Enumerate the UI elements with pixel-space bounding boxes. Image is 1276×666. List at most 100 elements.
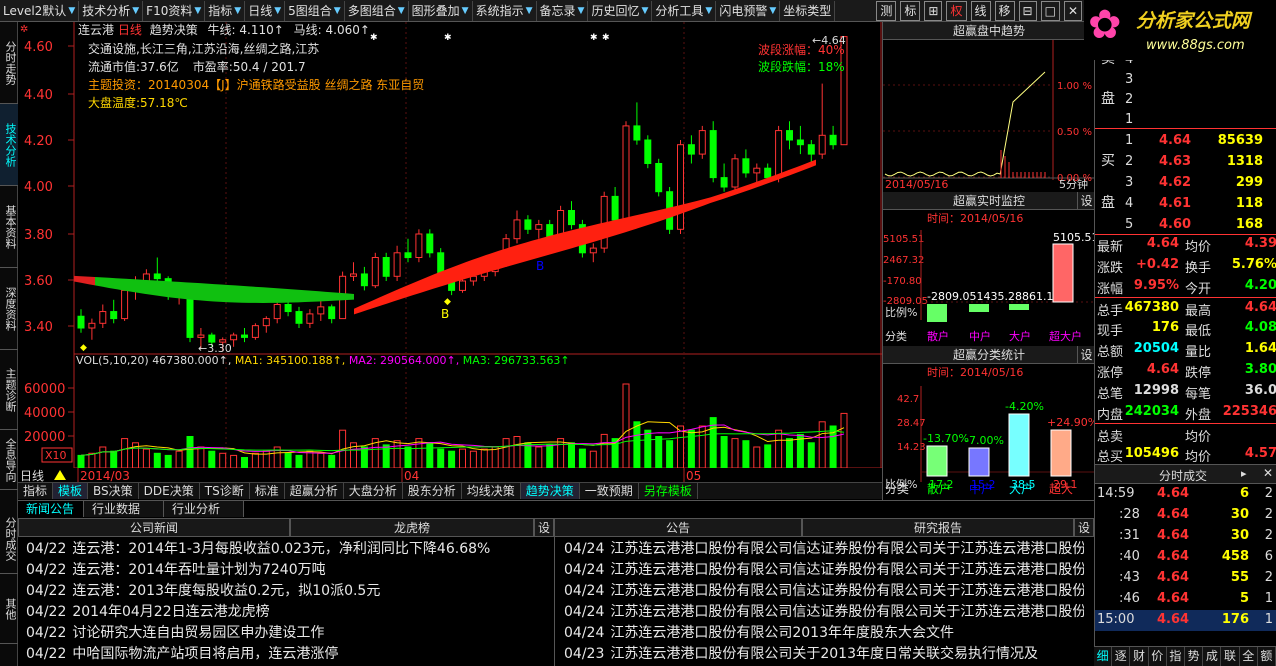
- candle-body: [88, 322, 96, 329]
- toolbar-label: 图形叠加: [411, 4, 460, 18]
- indicator-tab-5[interactable]: 标准: [250, 483, 285, 499]
- trades-expand-icon[interactable]: ▸: [1241, 467, 1247, 480]
- toolbar-tool-4[interactable]: 线: [970, 0, 991, 21]
- left-tab-0[interactable]: 分时走势: [0, 22, 18, 104]
- detail-tab-6[interactable]: 成: [1203, 647, 1222, 666]
- left-tab-5[interactable]: 全息导向: [0, 430, 18, 490]
- news-item-right-3[interactable]: 04/24 江苏连云港港口股份有限公司信达证券股份有限公司关于江苏连云港港口股份有…: [564, 602, 1084, 623]
- detail-tab-8[interactable]: 全: [1240, 647, 1258, 666]
- volume-bar: [164, 454, 172, 469]
- news-item-right-0[interactable]: 04/24 江苏连云港港口股份有限公司信达证券股份有限公司关于江苏连云港港口股份有…: [564, 539, 1084, 560]
- temp-label: 大盘温度:: [88, 96, 141, 110]
- indicator-tab-3[interactable]: DDE决策: [139, 483, 200, 499]
- toolbar-item-11[interactable]: 分析工具 ▼: [652, 0, 717, 21]
- news-settings-right[interactable]: 设: [1074, 518, 1094, 537]
- toolbar-item-2[interactable]: F10资料 ▼: [143, 0, 206, 21]
- news-item-right-1[interactable]: 04/24 江苏连云港港口股份有限公司信达证券股份有限公司关于江苏连云港港口股份有…: [564, 560, 1084, 581]
- volume-bar: [448, 450, 456, 469]
- left-lower-tab-0[interactable]: 分时成交: [0, 504, 18, 574]
- toolbar-tool-2[interactable]: ⊞: [924, 0, 943, 21]
- indicator-tab-4[interactable]: TS诊断: [200, 483, 250, 499]
- news-item-left-0[interactable]: 04/22 连云港：2014年1-3月每股收益0.023元，净利润同比下降46.6…: [26, 539, 550, 560]
- buy-row-2[interactable]: 3 4.62 299: [1095, 172, 1276, 192]
- candle-body: [459, 280, 466, 291]
- toolbar-item-9[interactable]: 备忘录 ▼: [537, 0, 589, 21]
- trade-volume: 6: [1239, 486, 1249, 501]
- detail-tab-1[interactable]: 逐: [1112, 647, 1131, 666]
- news-tab-2[interactable]: 行业分析: [164, 501, 244, 517]
- toolbar-item-10[interactable]: 历史回忆 ▼: [588, 0, 653, 21]
- news-item-left-2[interactable]: 04/22 连云港：2013年度每股收益0.2元，拟10派0.5元: [26, 581, 550, 602]
- volume-bar: [393, 440, 401, 469]
- news-tab-1[interactable]: 行业数据: [84, 501, 164, 517]
- event-star-icon: ✱: [590, 33, 598, 43]
- news-head-company[interactable]: 公司新闻: [18, 518, 290, 537]
- news-date: 04/22: [26, 562, 67, 578]
- news-head-notice[interactable]: 公告: [554, 518, 802, 537]
- detail-tab-3[interactable]: 价: [1149, 647, 1167, 666]
- toolbar-tool-8[interactable]: ✕: [1063, 0, 1082, 21]
- indicator-tab-9[interactable]: 均线决策: [462, 483, 521, 499]
- trade-price: 4.64: [1157, 549, 1190, 564]
- left-lower-tab-1[interactable]: 其他: [0, 574, 18, 644]
- toolbar-tool-0[interactable]: 测: [876, 0, 897, 21]
- toolbar-tool-5[interactable]: 移: [994, 0, 1015, 21]
- left-tab-4[interactable]: 主题诊断: [0, 350, 18, 430]
- trade-time: :40: [1119, 549, 1140, 564]
- news-item-left-4[interactable]: 04/22 讨论研究大连自由贸易园区申办建设工作: [26, 623, 550, 644]
- indicator-tab-11[interactable]: 一致预期: [580, 483, 639, 499]
- quote-row-1: 涨跌 +0.42 换手 5.76%: [1095, 255, 1276, 276]
- detail-tab-9[interactable]: 额: [1258, 647, 1276, 666]
- toolbar-item-12[interactable]: 闪电预警 ▼: [716, 0, 781, 21]
- news-settings-left[interactable]: 设: [534, 518, 554, 537]
- indicator-tab-6[interactable]: 超赢分析: [285, 483, 344, 499]
- indicator-tab-2[interactable]: BS决策: [88, 483, 139, 499]
- toolbar-item-7[interactable]: 图形叠加 ▼: [409, 0, 473, 21]
- indicator-tab-12[interactable]: 另存模板: [639, 483, 698, 499]
- news-item-right-2[interactable]: 04/24 江苏连云港港口股份有限公司信达证券股份有限公司关于江苏连云港港口股份有…: [564, 581, 1084, 602]
- news-item-left-5[interactable]: 04/22 中哈国际物流产站项目将启用，连云港涨停: [26, 644, 550, 665]
- volume-bar: [153, 452, 161, 469]
- toolbar-item-0[interactable]: Level2默认 ▼: [0, 0, 80, 21]
- toolbar-item-1[interactable]: 技术分析 ▼: [79, 0, 144, 21]
- news-head-research[interactable]: 研究报告: [802, 518, 1074, 537]
- toolbar-tool-3[interactable]: 权: [946, 0, 967, 21]
- detail-tab-0[interactable]: 细: [1094, 647, 1113, 666]
- vol-tick: 20000: [24, 430, 65, 445]
- news-item-left-3[interactable]: 04/22 2014年04月22日连云港龙虎榜: [26, 602, 550, 623]
- indicator-tab-7[interactable]: 大盘分析: [344, 483, 403, 499]
- left-tab-3[interactable]: 深度资料: [0, 268, 18, 350]
- indicator-tab-10[interactable]: 趋势决策: [520, 483, 580, 499]
- monitor-settings-button[interactable]: 设: [1077, 192, 1095, 210]
- toolbar-item-4[interactable]: 日线 ▼: [245, 0, 286, 21]
- indicator-tab-0[interactable]: 指标: [18, 483, 54, 499]
- buy-row-0[interactable]: 1 4.64 85639: [1095, 130, 1276, 150]
- detail-tab-2[interactable]: 财: [1130, 647, 1149, 666]
- toolbar-item-3[interactable]: 指标 ▼: [205, 0, 246, 21]
- news-head-dragon[interactable]: 龙虎榜: [290, 518, 534, 537]
- toolbar-item-8[interactable]: 系统指示 ▼: [473, 0, 537, 21]
- indicator-tab-1[interactable]: 模板: [53, 483, 89, 499]
- toolbar-item-5[interactable]: 5图组合 ▼: [285, 0, 345, 21]
- news-item-right-4[interactable]: 04/24 江苏连云港港口股份有限公司2013年年度股东大会文件: [564, 623, 1084, 644]
- float-cap-label: 流通市值:: [88, 60, 141, 74]
- toolbar-tool-6[interactable]: ⊟: [1018, 0, 1037, 21]
- left-tab-1[interactable]: 技术分析: [0, 104, 18, 186]
- buy-row-4[interactable]: 5 4.60 168: [1095, 214, 1276, 234]
- toolbar-tool-1[interactable]: 标: [900, 0, 921, 21]
- news-item-right-5[interactable]: 04/23 江苏连云港港口股份有限公司关于2013年度日常关联交易执行情况及: [564, 644, 1084, 665]
- buy-row-3[interactable]: 4 4.61 118: [1095, 193, 1276, 213]
- detail-tab-4[interactable]: 指: [1167, 647, 1186, 666]
- indicator-tab-8[interactable]: 股东分析: [403, 483, 462, 499]
- class-settings-button[interactable]: 设: [1077, 346, 1095, 364]
- news-tab-0[interactable]: 新闻公告: [18, 501, 84, 517]
- toolbar-item-13[interactable]: 坐标类型: [780, 0, 836, 21]
- trades-close-icon[interactable]: ✕: [1263, 466, 1273, 480]
- detail-tab-5[interactable]: 势: [1185, 647, 1204, 666]
- detail-tab-7[interactable]: 联: [1221, 647, 1240, 666]
- toolbar-tool-7[interactable]: □: [1040, 0, 1060, 21]
- news-item-left-1[interactable]: 04/22 连云港：2014年吞吐量计划为7240万吨: [26, 560, 550, 581]
- left-tab-2[interactable]: 基本资料: [0, 186, 18, 268]
- buy-row-1[interactable]: 2 4.63 1318: [1095, 151, 1276, 171]
- toolbar-item-6[interactable]: 多图组合 ▼: [345, 0, 409, 21]
